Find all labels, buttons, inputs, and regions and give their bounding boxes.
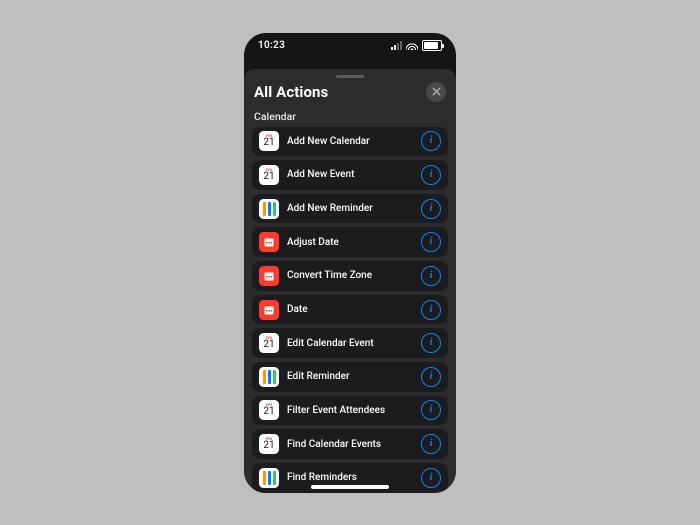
calendar-app-icon: FRI21 <box>259 165 279 185</box>
action-label: Edit Reminder <box>287 371 421 382</box>
action-row[interactable]: Adjust Date i <box>252 227 448 257</box>
info-icon: i <box>430 372 433 382</box>
info-button[interactable]: i <box>421 468 441 488</box>
reminders-app-icon <box>259 468 279 488</box>
actions-sheet: All Actions Calendar FRI21 Add New Calend… <box>244 69 456 493</box>
info-button[interactable]: i <box>421 266 441 286</box>
info-button[interactable]: i <box>421 434 441 454</box>
calendar-app-icon: FRI21 <box>259 434 279 454</box>
info-button[interactable]: i <box>421 400 441 420</box>
cellular-icon <box>391 41 402 50</box>
sheet-title: All Actions <box>254 83 328 101</box>
action-row[interactable]: Edit Reminder i <box>252 362 448 392</box>
close-button[interactable] <box>426 82 446 102</box>
info-button[interactable]: i <box>421 199 441 219</box>
section-label: Calendar <box>252 104 448 127</box>
info-icon: i <box>430 136 433 146</box>
action-label: Edit Calendar Event <box>287 338 421 349</box>
action-label: Convert Time Zone <box>287 270 421 281</box>
date-util-icon <box>259 266 279 286</box>
calendar-app-icon: FRI21 <box>259 400 279 420</box>
home-indicator[interactable] <box>311 485 389 489</box>
close-icon <box>432 87 441 96</box>
action-label: Find Calendar Events <box>287 439 421 450</box>
calendar-app-icon: FRI21 <box>259 131 279 151</box>
action-label: Add New Calendar <box>287 136 421 147</box>
info-icon: i <box>430 237 433 247</box>
action-label: Filter Event Attendees <box>287 405 421 416</box>
info-icon: i <box>430 405 433 415</box>
action-row[interactable]: Convert Time Zone i <box>252 261 448 291</box>
action-label: Add New Reminder <box>287 203 421 214</box>
action-row[interactable]: FRI21 Find Calendar Events i <box>252 429 448 459</box>
status-bar: 10:23 <box>244 33 456 59</box>
action-label: Add New Event <box>287 169 421 180</box>
action-row[interactable]: Datei <box>252 295 448 325</box>
info-icon: i <box>430 305 433 315</box>
reminders-app-icon <box>259 199 279 219</box>
status-indicators <box>391 40 442 51</box>
action-row[interactable]: FRI21 Filter Event Attendees i <box>252 396 448 426</box>
info-button[interactable]: i <box>421 300 441 320</box>
info-icon: i <box>430 271 433 281</box>
info-icon: i <box>430 473 433 483</box>
battery-icon <box>422 40 442 51</box>
wifi-icon <box>406 41 418 50</box>
date-util-icon <box>259 300 279 320</box>
info-icon: i <box>430 170 433 180</box>
status-time: 10:23 <box>258 40 285 51</box>
action-label: Date <box>287 304 421 315</box>
sheet-grabber[interactable] <box>336 75 364 78</box>
action-label: Find Reminders <box>287 472 421 483</box>
actions-list[interactable]: FRI21 Add New Calendar i FRI21 Add New Event… <box>252 127 448 493</box>
info-icon: i <box>430 204 433 214</box>
device-frame: 10:23 All Actions Calendar FRI21 Add New … <box>244 33 456 493</box>
info-button[interactable]: i <box>421 367 441 387</box>
info-icon: i <box>430 338 433 348</box>
calendar-app-icon: FRI21 <box>259 333 279 353</box>
action-row[interactable]: FRI21 Edit Calendar Event i <box>252 328 448 358</box>
action-row[interactable]: FRI21 Add New Event i <box>252 160 448 190</box>
info-button[interactable]: i <box>421 131 441 151</box>
info-icon: i <box>430 439 433 449</box>
info-button[interactable]: i <box>421 333 441 353</box>
date-util-icon <box>259 232 279 252</box>
reminders-app-icon <box>259 367 279 387</box>
action-row[interactable]: Add New Reminder i <box>252 194 448 224</box>
action-row[interactable]: FRI21 Add New Calendar i <box>252 127 448 157</box>
info-button[interactable]: i <box>421 165 441 185</box>
sheet-header: All Actions <box>252 82 448 104</box>
action-label: Adjust Date <box>287 237 421 248</box>
info-button[interactable]: i <box>421 232 441 252</box>
